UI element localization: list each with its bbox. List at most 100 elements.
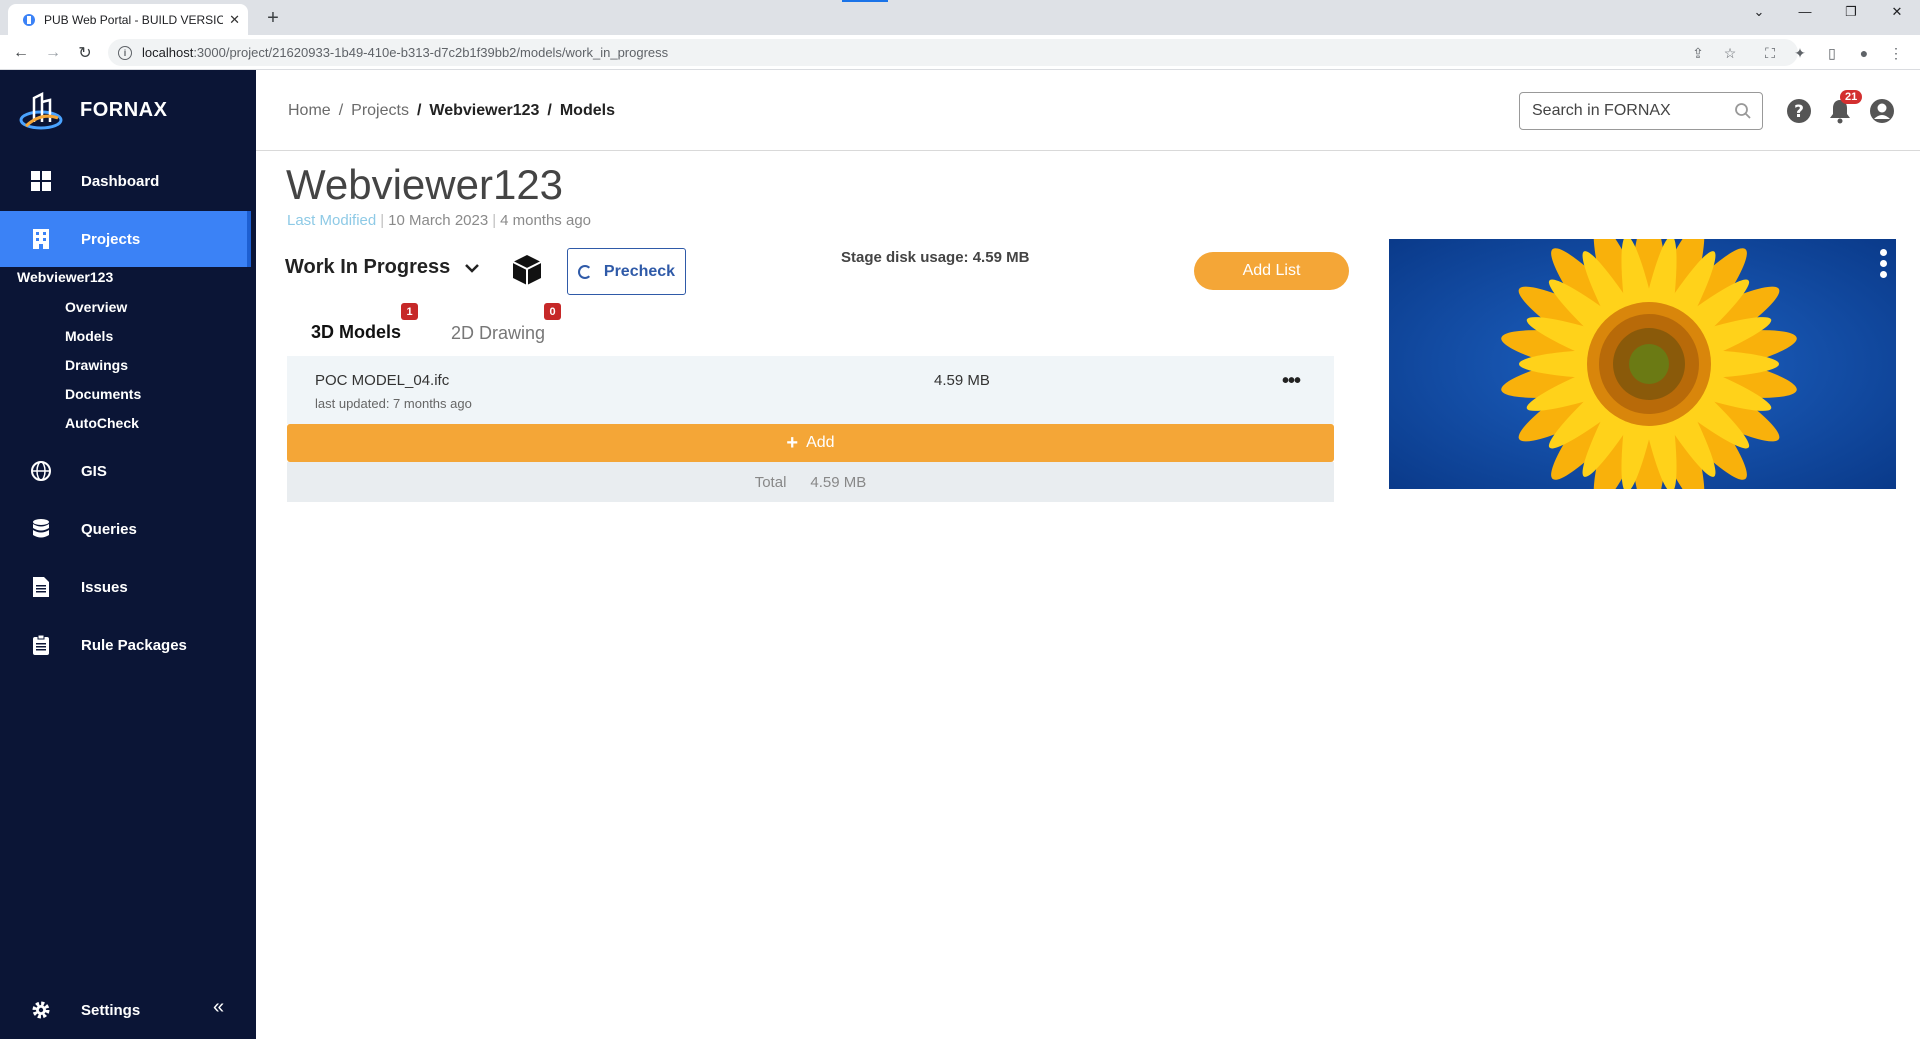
browser-tab[interactable]: PUB Web Portal - BUILD VERSION ✕ — [8, 4, 248, 35]
user-avatar-icon[interactable] — [1869, 98, 1895, 124]
search-placeholder: Search in FORNAX — [1532, 102, 1671, 119]
last-modified-label: Last Modified — [287, 212, 377, 229]
collapse-sidebar-icon[interactable]: « — [213, 996, 224, 1019]
minimize-icon[interactable]: — — [1790, 4, 1820, 19]
nav-rule-packages[interactable]: Rule Packages — [0, 617, 256, 673]
forward-icon[interactable]: → — [41, 41, 65, 65]
add-list-button[interactable]: Add List — [1194, 252, 1349, 290]
breadcrumb-project[interactable]: Webviewer123 — [429, 102, 539, 120]
breadcrumb-home[interactable]: Home — [288, 102, 331, 120]
restore-icon[interactable]: ❐ — [1836, 4, 1866, 20]
nav-issues[interactable]: Issues — [0, 559, 256, 615]
cube-icon[interactable] — [510, 253, 544, 287]
nav-label: Projects — [81, 230, 141, 248]
modified-date: 10 March 2023 — [388, 212, 489, 229]
total-row: Total 4.59 MB — [287, 462, 1334, 502]
nav-queries[interactable]: Queries — [0, 501, 256, 557]
share-icon[interactable]: ⇪ — [1688, 43, 1708, 63]
svg-text:?: ? — [1794, 102, 1804, 122]
model-size: 4.59 MB — [934, 372, 990, 389]
help-icon[interactable]: ? — [1786, 98, 1812, 124]
sidebar-item-models[interactable]: Models — [65, 328, 113, 344]
image-options-icon[interactable] — [1880, 249, 1888, 282]
new-tab-icon[interactable]: + — [260, 5, 286, 31]
bookmark-star-icon[interactable]: ☆ — [1720, 43, 1740, 63]
globe-icon — [30, 460, 52, 482]
nav-dashboard[interactable]: Dashboard — [0, 153, 256, 209]
nav-label: GIS — [81, 462, 107, 480]
total-label: Total — [754, 473, 787, 491]
stage-label: Work In Progress — [285, 256, 451, 278]
breadcrumb-separator: / — [338, 102, 344, 119]
sidebar-item-overview[interactable]: Overview — [65, 299, 127, 315]
database-icon — [30, 518, 52, 540]
plus-icon: + — [786, 431, 799, 454]
tab-2d-drawing[interactable]: 2D Drawing — [451, 323, 545, 344]
project-cover-image — [1389, 239, 1896, 489]
breadcrumb: Home / Projects / Webviewer123 / Models — [288, 102, 615, 120]
close-window-icon[interactable]: ✕ — [1882, 4, 1912, 20]
breadcrumb-separator: / — [547, 102, 552, 119]
app-favicon-icon — [23, 13, 35, 26]
gear-icon — [30, 999, 52, 1021]
tab-count-badge: 0 — [544, 303, 561, 320]
sidebar-item-autocheck[interactable]: AutoCheck — [65, 415, 139, 431]
stage-dropdown[interactable]: Work In Progress — [285, 256, 480, 279]
precheck-label: Precheck — [603, 262, 676, 280]
nav-label: Settings — [81, 1001, 141, 1019]
search-icon[interactable] — [1734, 102, 1752, 120]
site-info-icon[interactable]: i — [118, 45, 132, 60]
sidebar-item-drawings[interactable]: Drawings — [65, 357, 128, 373]
nav-label: Queries — [81, 520, 137, 538]
tab-count-badge: 1 — [401, 303, 418, 320]
more-options-icon[interactable]: ••• — [1282, 370, 1301, 393]
tab-3d-models[interactable]: 3D Models — [311, 322, 401, 343]
browser-menu-icon[interactable]: ⋮ — [1886, 43, 1906, 63]
extensions-icon[interactable]: ✦ — [1790, 43, 1810, 63]
page-title: Webviewer123 — [286, 161, 564, 208]
url-path: :3000/project/21620933-1b49-410e-b313-d7… — [193, 45, 669, 60]
url-host: localhost — [142, 45, 194, 60]
document-icon — [30, 576, 52, 598]
profile-icon[interactable]: ● — [1854, 43, 1874, 63]
chevron-down-icon — [465, 263, 480, 273]
brand-name: FORNAX — [80, 98, 168, 121]
search-input[interactable]: Search in FORNAX — [1519, 92, 1763, 130]
nav-label: Rule Packages — [81, 636, 187, 654]
building-icon — [30, 228, 52, 250]
browser-tab-bar: PUB Web Portal - BUILD VERSION ✕ + ⌄ — ❐… — [0, 0, 1920, 35]
sunflower-image — [1389, 239, 1896, 489]
url-field[interactable]: i localhost:3000/project/21620933-1b49-4… — [108, 39, 1798, 66]
sidebar: FORNAX Dashboard Projects Webviewer123 O… — [0, 70, 256, 1039]
sidebar-item-documents[interactable]: Documents — [65, 386, 141, 402]
tab-close-icon[interactable]: ✕ — [229, 12, 240, 28]
model-row[interactable]: POC MODEL_04.ifc last updated: 7 months … — [287, 356, 1334, 424]
screenshot-icon[interactable]: ⛶ — [1760, 43, 1780, 63]
nav-projects[interactable]: Projects — [0, 211, 251, 267]
stage-disk-usage: Stage disk usage: 4.59 MB — [841, 249, 1030, 266]
spinner-icon — [577, 264, 592, 279]
nav-gis[interactable]: GIS — [0, 443, 256, 499]
tab-search-icon[interactable]: ⌄ — [1744, 4, 1774, 20]
side-panel-icon[interactable]: ▯ — [1822, 43, 1842, 63]
reload-icon[interactable]: ↻ — [73, 41, 97, 65]
clipboard-icon — [30, 634, 52, 656]
browser-address-bar: ← → ↻ i localhost:3000/project/21620933-… — [0, 35, 1920, 70]
breadcrumb-models: Models — [559, 102, 615, 119]
add-model-button[interactable]: + Add — [287, 424, 1334, 462]
add-label: Add — [806, 434, 835, 451]
grid-icon — [30, 170, 52, 192]
modified-relative: 4 months ago — [500, 212, 592, 229]
nav-label: Issues — [81, 578, 128, 596]
total-value: 4.59 MB — [810, 473, 867, 491]
breadcrumb-separator: / — [416, 102, 422, 119]
back-icon[interactable]: ← — [9, 41, 33, 65]
tab-title: PUB Web Portal - BUILD VERSION — [44, 12, 224, 27]
notification-badge: 21 — [1840, 90, 1863, 104]
sidebar-project-name[interactable]: Webviewer123 — [17, 269, 113, 285]
brand[interactable]: FORNAX — [18, 90, 167, 130]
model-name[interactable]: POC MODEL_04.ifc — [315, 372, 449, 389]
breadcrumb-projects[interactable]: Projects — [351, 102, 409, 120]
precheck-button[interactable]: Precheck — [567, 248, 686, 295]
fornax-logo-icon — [19, 91, 63, 130]
